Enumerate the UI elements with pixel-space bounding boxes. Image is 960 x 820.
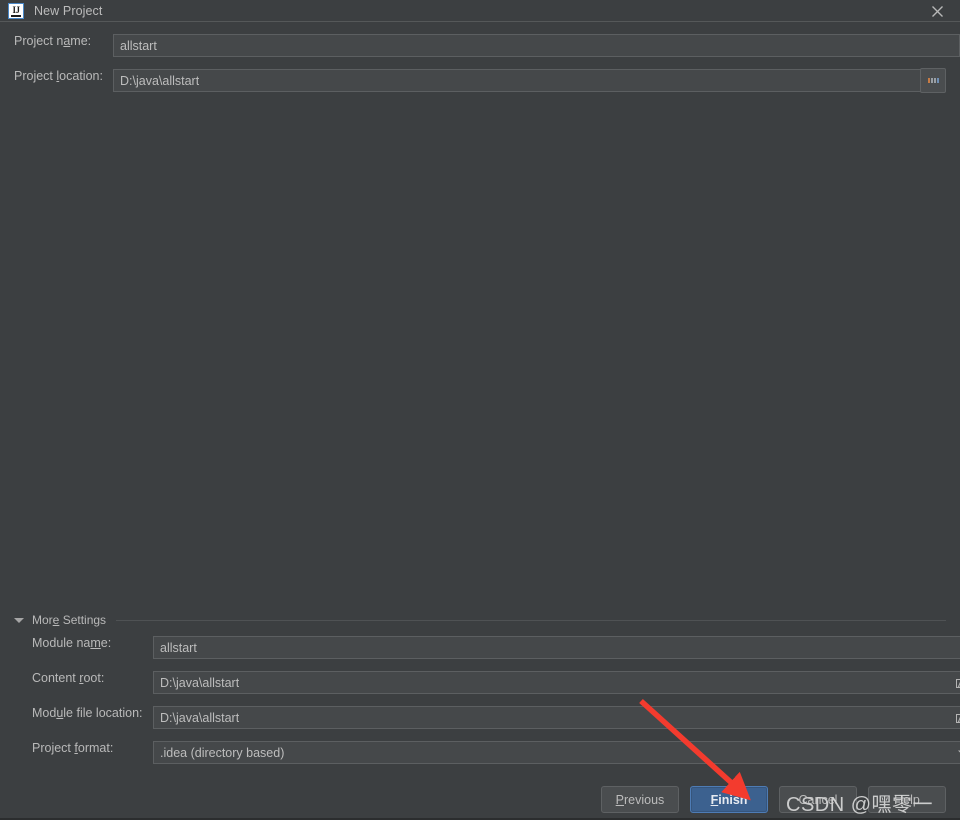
cancel-button-label: Cancel — [798, 792, 838, 807]
more-settings-label: More Settings — [32, 613, 107, 627]
more-settings-toggle[interactable]: More Settings — [14, 611, 946, 629]
project-name-input[interactable]: allstart — [113, 34, 960, 57]
content-root-row: Content root: D:\java\allstart — [32, 671, 960, 694]
module-name-value: allstart — [160, 640, 197, 655]
module-name-label: Module name: — [32, 636, 112, 650]
window-titlebar: IJ New Project — [0, 0, 960, 21]
project-location-label: Project location: — [14, 69, 103, 83]
project-location-input[interactable]: D:\java\allstart — [113, 69, 927, 92]
content-root-input[interactable]: D:\java\allstart — [153, 671, 960, 694]
annotation-arrow — [639, 698, 751, 801]
project-location-browse-button[interactable] — [920, 68, 946, 93]
project-format-label: Project format: — [32, 741, 114, 755]
content-root-value: D:\java\allstart — [160, 675, 240, 690]
project-location-row: Project location: D:\java\allstart — [14, 69, 927, 92]
triangle-down-icon — [14, 617, 24, 623]
project-name-label: Project name: — [14, 34, 92, 48]
more-settings-divider — [116, 619, 946, 621]
window-title: New Project — [34, 3, 103, 18]
intellij-idea-icon: IJ — [8, 2, 24, 19]
project-format-row: Project format: .idea (directory based) — [32, 741, 960, 764]
finish-button[interactable]: Finish — [690, 786, 768, 813]
project-location-value: D:\java\allstart — [120, 73, 200, 88]
dialog-button-bar: Previous Finish Cancel Help — [0, 786, 960, 814]
module-name-input[interactable]: allstart — [153, 636, 960, 659]
module-file-location-label: Module file location: — [32, 706, 143, 720]
module-file-location-input[interactable]: D:\java\allstart — [153, 706, 960, 729]
module-file-location-row: Module file location: D:\java\allstart — [32, 706, 960, 729]
ellipsis-icon — [927, 78, 939, 83]
cancel-button[interactable]: Cancel — [779, 786, 857, 813]
project-format-select[interactable]: .idea (directory based) — [153, 741, 960, 764]
folder-icon[interactable] — [956, 677, 960, 689]
project-name-row: Project name: allstart — [14, 34, 960, 57]
previous-button[interactable]: Previous — [601, 786, 679, 813]
project-format-value: .idea (directory based) — [160, 745, 285, 760]
folder-icon[interactable] — [956, 712, 960, 724]
titlebar-divider — [0, 21, 960, 22]
help-button[interactable]: Help — [868, 786, 946, 813]
help-button-label: Help — [894, 792, 920, 807]
project-name-value: allstart — [120, 38, 157, 53]
close-icon[interactable] — [928, 2, 946, 20]
module-name-row: Module name: allstart — [32, 636, 960, 659]
content-root-label: Content root: — [32, 671, 105, 685]
module-file-location-value: D:\java\allstart — [160, 710, 240, 725]
